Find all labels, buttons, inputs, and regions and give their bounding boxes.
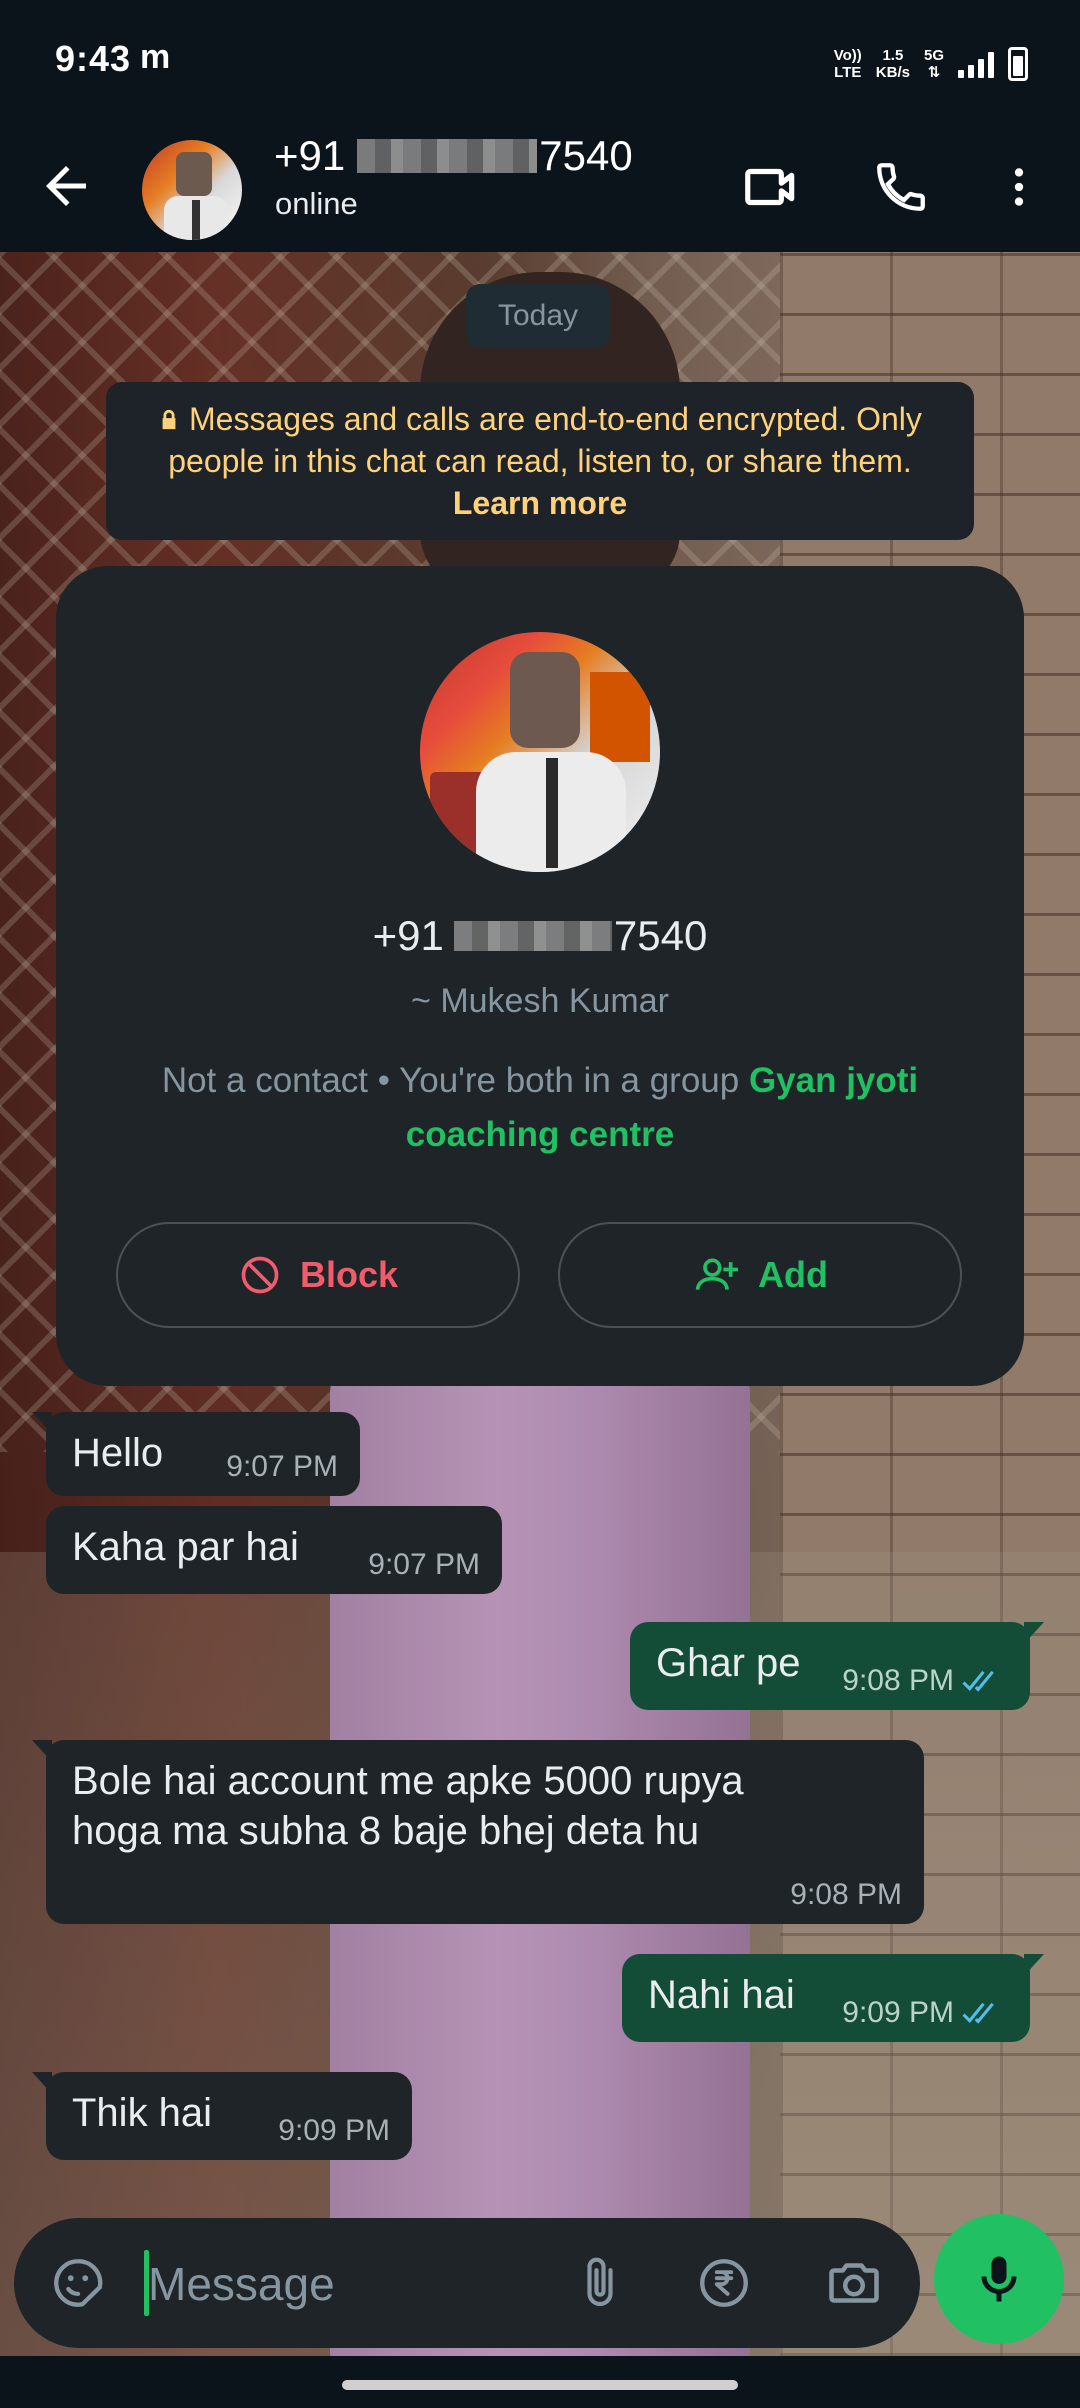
chat-header: +91 7540 online (0, 126, 1080, 252)
message-input[interactable] (146, 2248, 530, 2320)
contact-status: online (275, 186, 358, 221)
message-time: 9:08 PM (790, 1878, 902, 1911)
double-tick-read-icon (962, 2002, 994, 2024)
message-time: 9:08 PM (842, 1664, 954, 1697)
card-avatar[interactable] (420, 632, 660, 872)
volte-indicator: Vo)) LTE (833, 47, 862, 81)
contact-info-card: +91 7540 ~ Mukesh Kumar Not a contact • … (56, 566, 1024, 1386)
phone-icon (877, 163, 925, 211)
data-arrows-icon: ⇅ (927, 64, 941, 81)
message-time: 9:07 PM (226, 1450, 338, 1483)
sticker-button[interactable] (46, 2251, 110, 2315)
lock-icon (162, 409, 176, 430)
status-time: 9:43 (55, 38, 132, 79)
battery-icon (1008, 47, 1028, 81)
camera-icon (829, 2263, 879, 2303)
camera-button[interactable] (822, 2251, 886, 2315)
video-call-icon (745, 168, 795, 206)
redacted-number (453, 921, 612, 951)
message-time: 9:09 PM (278, 2114, 390, 2147)
message-time: 9:09 PM (842, 1996, 954, 2029)
network-speed: 1.5 KB/s (875, 47, 910, 81)
message-composer (14, 2218, 920, 2348)
incoming-message[interactable]: Hello 9:07 PM (32, 1412, 360, 1496)
add-contact-button[interactable]: Add (558, 1222, 962, 1328)
network-type: 5G ⇅ (923, 47, 944, 81)
message-time: 9:07 PM (368, 1548, 480, 1581)
arrow-left-icon (46, 166, 86, 206)
rupee-icon (700, 2259, 748, 2307)
block-icon (241, 1256, 279, 1294)
double-tick-read-icon (962, 1670, 994, 1692)
status-bar: 9:43 m Vo)) LTE 1.5 KB/s 5G ⇅ (0, 0, 1080, 126)
group-info: Not a contact • You're both in a group G… (161, 1061, 919, 1154)
chat-screen: 9:43 m Vo)) LTE 1.5 KB/s 5G ⇅ +91 7540 o… (0, 0, 1080, 2408)
outgoing-message[interactable]: Ghar pe 9:08 PM (630, 1622, 1044, 1710)
signal-icon (958, 50, 994, 78)
message-text: Bole hai account me apke 5000 rupya hoga… (72, 1759, 744, 1853)
back-button[interactable] (36, 156, 96, 216)
add-person-icon (695, 1258, 738, 1290)
encryption-text: Messages and calls are end-to-end encryp… (168, 401, 922, 479)
home-gesture-handle[interactable] (342, 2380, 738, 2390)
more-options-button[interactable] (986, 154, 1052, 220)
encryption-notice[interactable]: Messages and calls are end-to-end encryp… (106, 382, 974, 540)
contact-name[interactable]: +91 7540 (274, 126, 633, 186)
date-chip: Today (466, 284, 610, 348)
video-call-button[interactable] (738, 154, 804, 220)
redacted-number (357, 139, 538, 173)
paperclip-icon (587, 2257, 613, 2307)
status-icons: Vo)) LTE 1.5 KB/s 5G ⇅ (834, 44, 1028, 84)
payment-button[interactable] (692, 2251, 756, 2315)
push-name: ~ Mukesh Kumar (411, 982, 669, 1020)
navigation-bar (0, 2356, 1080, 2408)
attach-button[interactable] (568, 2251, 632, 2315)
more-vertical-icon (1014, 168, 1024, 206)
voice-call-button[interactable] (868, 154, 934, 220)
microphone-icon (981, 2256, 1017, 2302)
notification-icon: m (140, 38, 171, 76)
incoming-message[interactable]: Bole hai account me apke 5000 rupya hoga… (32, 1740, 924, 1924)
sticker-icon (54, 2259, 103, 2307)
incoming-message[interactable]: Kaha par hai 9:07 PM (46, 1506, 502, 1594)
card-phone-number: +91 7540 (372, 912, 708, 959)
block-button[interactable]: Block (116, 1222, 520, 1328)
voice-message-button[interactable] (934, 2214, 1064, 2344)
contact-avatar[interactable] (142, 140, 242, 240)
incoming-message[interactable]: Thik hai 9:09 PM (32, 2072, 412, 2160)
outgoing-message[interactable]: Nahi hai 9:09 PM (622, 1954, 1044, 2042)
learn-more-link[interactable]: Learn more (453, 485, 627, 521)
